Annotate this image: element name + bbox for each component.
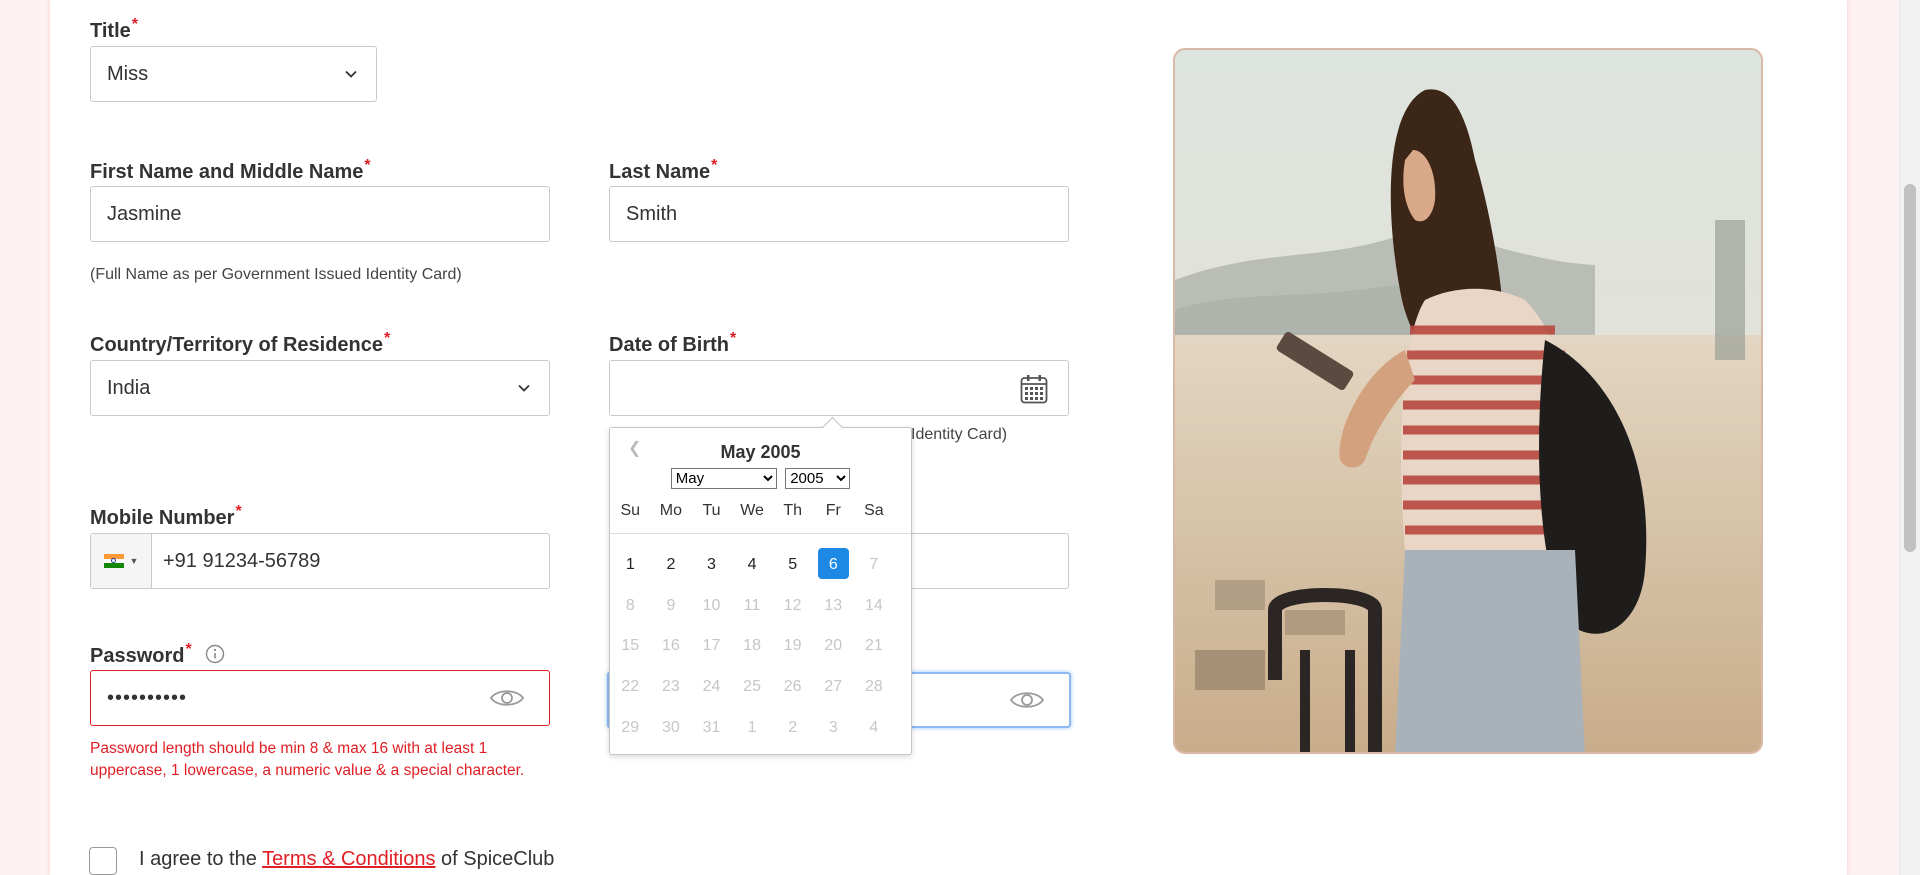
day-cell: 25 — [743, 678, 761, 696]
day-cell: 4 — [869, 718, 879, 736]
day-cell: 11 — [743, 596, 761, 614]
mobile-label: Mobile Number* — [90, 503, 242, 529]
day-cell: 8 — [625, 596, 635, 614]
weekday-label: Su — [620, 502, 641, 519]
day-cell: 3 — [828, 718, 838, 736]
week-row: 29 30 31 1 2 3 4 — [610, 707, 911, 748]
last-name-label: Last Name* — [609, 157, 718, 183]
selected-day[interactable]: 6 — [813, 548, 854, 580]
day-cell: 13 — [824, 596, 843, 614]
first-name-value: Jasmine — [107, 202, 182, 225]
date-picker-popup: ❮ May 2005 May 2005 Su Mo Tu We Th Fr Sa 12345… — [609, 416, 912, 755]
weekday-label: Fr — [825, 502, 841, 519]
weekday-label: Mo — [659, 502, 682, 519]
month-select[interactable]: May — [670, 468, 777, 489]
day-cell: 15 — [621, 637, 640, 655]
day-cell: 28 — [864, 678, 883, 696]
day-cell: 31 — [702, 718, 721, 736]
day-cell[interactable]: 5 — [772, 556, 813, 574]
day-cell: 14 — [864, 596, 883, 614]
weekday-label: Tu — [702, 502, 721, 519]
eye-icon[interactable] — [489, 686, 525, 710]
country-code-dropdown[interactable]: ▼ — [91, 534, 152, 588]
country-select[interactable]: India — [90, 360, 550, 416]
day-cell: 7 — [869, 556, 879, 574]
scrollbar-thumb[interactable] — [1904, 184, 1916, 552]
day-cell[interactable]: 4 — [732, 556, 773, 574]
day-cell: 29 — [621, 718, 640, 736]
day-cell: 16 — [661, 637, 680, 655]
day-cell[interactable]: 1 — [610, 556, 651, 574]
week-row: 22 23 24 25 26 27 28 — [610, 667, 911, 708]
day-cell: 10 — [702, 596, 721, 614]
last-name-input[interactable]: Smith — [609, 186, 1069, 242]
page-scrollbar[interactable] — [1899, 0, 1920, 875]
weekday-label: We — [740, 502, 764, 519]
day-cell: 19 — [783, 637, 802, 655]
first-name-label: First Name and Middle Name* — [90, 157, 371, 183]
password-error: Password length should be min 8 & max 16… — [90, 740, 525, 779]
day-cell: 22 — [621, 678, 640, 696]
day-cell: 26 — [783, 678, 802, 696]
country-value: India — [107, 376, 151, 399]
week-row: 8 9 10 11 12 13 14 — [610, 586, 911, 627]
day-cell[interactable]: 3 — [691, 556, 732, 574]
password-input[interactable]: •••••••••• — [90, 670, 550, 726]
dob-label: Date of Birth* — [609, 330, 737, 356]
year-select[interactable]: 2005 — [785, 468, 851, 489]
day-cell: 17 — [702, 637, 721, 655]
terms-checkbox[interactable] — [89, 847, 117, 875]
traveler-illustration — [1175, 50, 1761, 752]
day-cell: 9 — [666, 596, 676, 614]
password-value: •••••••••• — [107, 686, 188, 709]
dob-input[interactable] — [609, 360, 1069, 416]
country-label: Country/Territory of Residence* — [90, 330, 391, 356]
traveler-photo — [1173, 48, 1763, 754]
chevron-down-icon — [345, 70, 357, 78]
day-cell: 20 — [824, 637, 843, 655]
day-cell: 27 — [824, 678, 843, 696]
first-name-input[interactable]: Jasmine — [90, 186, 550, 242]
title-value: Miss — [107, 62, 149, 85]
terms-text: I agree to the Terms & Conditions of Spi… — [139, 848, 555, 870]
caret-down-icon: ▼ — [129, 556, 139, 566]
day-cell: 12 — [783, 596, 802, 614]
chevron-down-icon — [518, 384, 530, 392]
weekday-header: Su Mo Tu We Th Fr Sa — [610, 502, 911, 520]
dob-hint: Identity Card) — [911, 426, 1008, 443]
title-select[interactable]: Miss — [90, 46, 377, 102]
last-name-value: Smith — [626, 202, 678, 225]
password-label: Password* — [90, 641, 225, 668]
day-cell[interactable]: 2 — [651, 556, 692, 574]
mobile-value: +91 91234-56789 — [163, 549, 321, 572]
day-cell: 2 — [788, 718, 798, 736]
name-hint: (Full Name as per Government Issued Iden… — [90, 266, 462, 283]
mobile-input[interactable]: ▼ +91 91234-56789 — [90, 533, 550, 589]
weekday-label: Sa — [864, 502, 884, 519]
day-cell: 24 — [702, 678, 721, 696]
day-cell: 18 — [743, 637, 761, 655]
picker-title: May 2005 — [720, 442, 801, 462]
title-label: Title* — [90, 16, 138, 42]
registration-card: Title* Miss First Name and Middle Name* … — [50, 0, 1847, 875]
day-cell: 30 — [661, 718, 680, 736]
calendar-icon[interactable] — [1020, 374, 1048, 404]
day-grid: 1 2 3 4 5 6 7 8 9 10 11 12 13 14 15 16 17 18 19 20 21 22 23 24 2… — [610, 545, 911, 748]
india-flag-icon — [103, 554, 124, 569]
week-row: 1234567 — [610, 545, 911, 586]
terms-link[interactable]: Terms & Conditions — [262, 848, 435, 870]
day-cell: 21 — [864, 637, 883, 655]
eye-icon[interactable] — [1009, 688, 1045, 712]
weekday-label: Th — [783, 502, 802, 519]
day-cell: 1 — [747, 718, 757, 736]
day-cell: 23 — [661, 678, 680, 696]
info-icon[interactable] — [205, 644, 225, 664]
week-row: 15 16 17 18 19 20 21 — [610, 626, 911, 667]
